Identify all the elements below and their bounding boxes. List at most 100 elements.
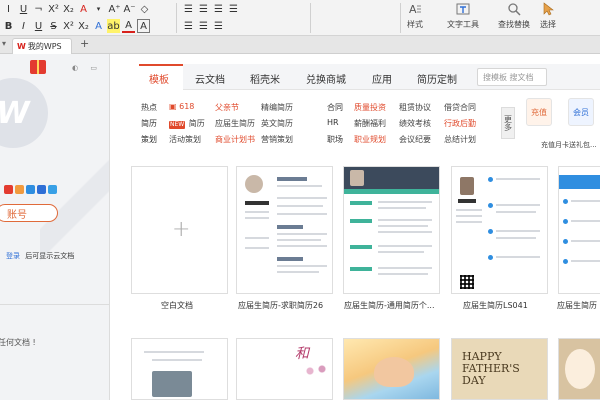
- cat-premium-resume[interactable]: 精编简历: [261, 102, 293, 113]
- underline-button[interactable]: U: [17, 2, 30, 16]
- cat-activity-plan[interactable]: 活动策划: [169, 134, 201, 145]
- template-thumbnail[interactable]: 和: [236, 338, 333, 400]
- plus-icon: +: [172, 217, 191, 242]
- char-border-button[interactable]: A: [137, 19, 150, 33]
- left-account-panel: ◐ ▭ W 账号 登录 后可显示云文档 任何文档 !: [0, 54, 110, 400]
- cat-meeting[interactable]: 会议纪要: [399, 134, 431, 145]
- tab-apps[interactable]: 应用: [372, 71, 392, 86]
- superscript-button-2[interactable]: X²: [62, 19, 75, 33]
- doc-line: [144, 351, 204, 353]
- tab-my-wps[interactable]: W 我的WPS: [12, 38, 72, 54]
- cat-admin[interactable]: 行政后勤: [444, 118, 476, 129]
- resume-line: [378, 219, 432, 221]
- promo-recharge[interactable]: 充值: [526, 98, 552, 126]
- card-caption[interactable]: 空白文档: [161, 300, 193, 311]
- qq-icon[interactable]: [26, 185, 35, 194]
- outdent-icon[interactable]: ☰: [227, 2, 240, 16]
- cat-summary[interactable]: 总结计划: [444, 134, 476, 145]
- tab-menu-icon[interactable]: ▾: [2, 39, 6, 48]
- shrink-font-button[interactable]: A⁻: [123, 2, 136, 16]
- clear-format-icon[interactable]: ◇: [138, 2, 151, 16]
- italic-button-2[interactable]: I: [17, 19, 30, 33]
- subscript-button-2[interactable]: X₂: [77, 19, 90, 33]
- text-tool-button[interactable]: 文字工具: [447, 1, 479, 30]
- search-input[interactable]: 搜模板 搜文档: [477, 68, 547, 86]
- cat-salary[interactable]: 薪酬福利: [354, 118, 386, 129]
- chevron-down-icon[interactable]: ▾: [92, 2, 105, 16]
- align-right-icon[interactable]: ☰: [212, 19, 225, 33]
- card-caption[interactable]: 应届生简历-通用简历个...: [344, 300, 435, 311]
- number-list-icon[interactable]: ☰: [197, 2, 210, 16]
- new-tab-button[interactable]: +: [80, 37, 89, 50]
- resume-line: [245, 237, 269, 239]
- find-replace-button[interactable]: 查找替换: [498, 1, 530, 30]
- cat-business-plan[interactable]: 商业计划书: [215, 134, 255, 145]
- promo-caption[interactable]: 充值月卡送礼包...: [541, 140, 597, 150]
- login-button[interactable]: 账号: [0, 204, 58, 222]
- font-color-button[interactable]: A: [77, 2, 90, 16]
- sync-icon[interactable]: ◐: [72, 64, 78, 72]
- cat-618[interactable]: ▣ 618: [169, 102, 194, 111]
- gift-icon[interactable]: [30, 60, 46, 74]
- subscript-button[interactable]: X₂: [62, 2, 75, 16]
- cat-fathers-day[interactable]: 父亲节: [215, 102, 239, 113]
- font-color-button-2[interactable]: A: [122, 19, 135, 33]
- tab-resume-custom[interactable]: 简历定制: [417, 71, 457, 86]
- template-thumbnail[interactable]: [558, 338, 600, 400]
- highlight-button[interactable]: ab: [107, 19, 120, 33]
- login-link[interactable]: 登录: [6, 252, 20, 260]
- avatar[interactable]: W: [0, 78, 48, 148]
- resume-heading: [277, 225, 303, 229]
- taobao-icon[interactable]: [15, 185, 24, 194]
- italic-button[interactable]: I: [2, 2, 15, 16]
- card-caption[interactable]: 应届生简历LS041: [463, 300, 528, 311]
- template-thumbnail[interactable]: [131, 338, 228, 400]
- cat-quality-invest[interactable]: 质量投资: [354, 102, 386, 113]
- align-center-icon[interactable]: ☰: [197, 19, 210, 33]
- blank-document-card[interactable]: +: [131, 166, 228, 294]
- resume-heading: [350, 245, 372, 249]
- dingtalk-icon[interactable]: [37, 185, 46, 194]
- cat-english-resume[interactable]: 英文简历: [261, 118, 293, 129]
- grow-font-button[interactable]: A⁺: [108, 2, 121, 16]
- tab-docer-rice[interactable]: 稻壳米: [250, 71, 280, 86]
- cat-loan[interactable]: 借贷合同: [444, 102, 476, 113]
- resume-accent-band: [344, 189, 439, 194]
- template-thumbnail[interactable]: [343, 338, 440, 400]
- underline-button-2[interactable]: U: [32, 19, 45, 33]
- phone-icon[interactable]: [48, 185, 57, 194]
- paragraph-row-1: ☰ ☰ ☰ ☰: [182, 1, 242, 17]
- close-panel-icon[interactable]: ▭: [90, 64, 97, 72]
- resume-template-card[interactable]: [236, 166, 333, 294]
- cat-performance[interactable]: 绩效考核: [399, 118, 431, 129]
- text-effect-button[interactable]: A: [92, 19, 105, 33]
- cat-career[interactable]: 职业规划: [354, 134, 386, 145]
- weibo-icon[interactable]: [4, 185, 13, 194]
- bold-button[interactable]: B: [2, 19, 15, 33]
- select-button[interactable]: 选择: [540, 1, 556, 30]
- tab-exchange-mall[interactable]: 兑换商城: [306, 71, 346, 86]
- superscript-button[interactable]: X²: [47, 2, 60, 16]
- tab-templates[interactable]: 模板: [149, 71, 169, 86]
- indent-icon[interactable]: ☰: [212, 2, 225, 16]
- card-caption[interactable]: 应届生简历-求职简历26: [238, 300, 323, 311]
- strike-button[interactable]: ¬: [32, 2, 45, 16]
- strikethrough-button[interactable]: S: [47, 19, 60, 33]
- promo-member[interactable]: 会员: [568, 98, 594, 126]
- style-button[interactable]: A 样式: [407, 1, 423, 30]
- empty-doc-text: 任何文档 !: [0, 338, 36, 347]
- cat-lease[interactable]: 租赁协议: [399, 102, 431, 113]
- cat-resume[interactable]: NEW 简历: [169, 118, 205, 129]
- bullet-list-icon[interactable]: ☰: [182, 2, 195, 16]
- template-thumbnail[interactable]: HAPPY FATHER'S DAY: [451, 338, 548, 400]
- tab-cloud-docs[interactable]: 云文档: [195, 71, 225, 86]
- resume-bullet: [488, 203, 493, 208]
- cat-marketing-plan[interactable]: 营销策划: [261, 134, 293, 145]
- resume-template-card[interactable]: [343, 166, 440, 294]
- more-categories-button[interactable]: 更多: [501, 107, 515, 139]
- align-left-icon[interactable]: ☰: [182, 19, 195, 33]
- resume-template-card[interactable]: [451, 166, 548, 294]
- cat-graduate-resume[interactable]: 应届生简历: [215, 118, 255, 129]
- resume-template-card[interactable]: [558, 166, 600, 294]
- card-caption[interactable]: 应届生简历: [557, 300, 597, 311]
